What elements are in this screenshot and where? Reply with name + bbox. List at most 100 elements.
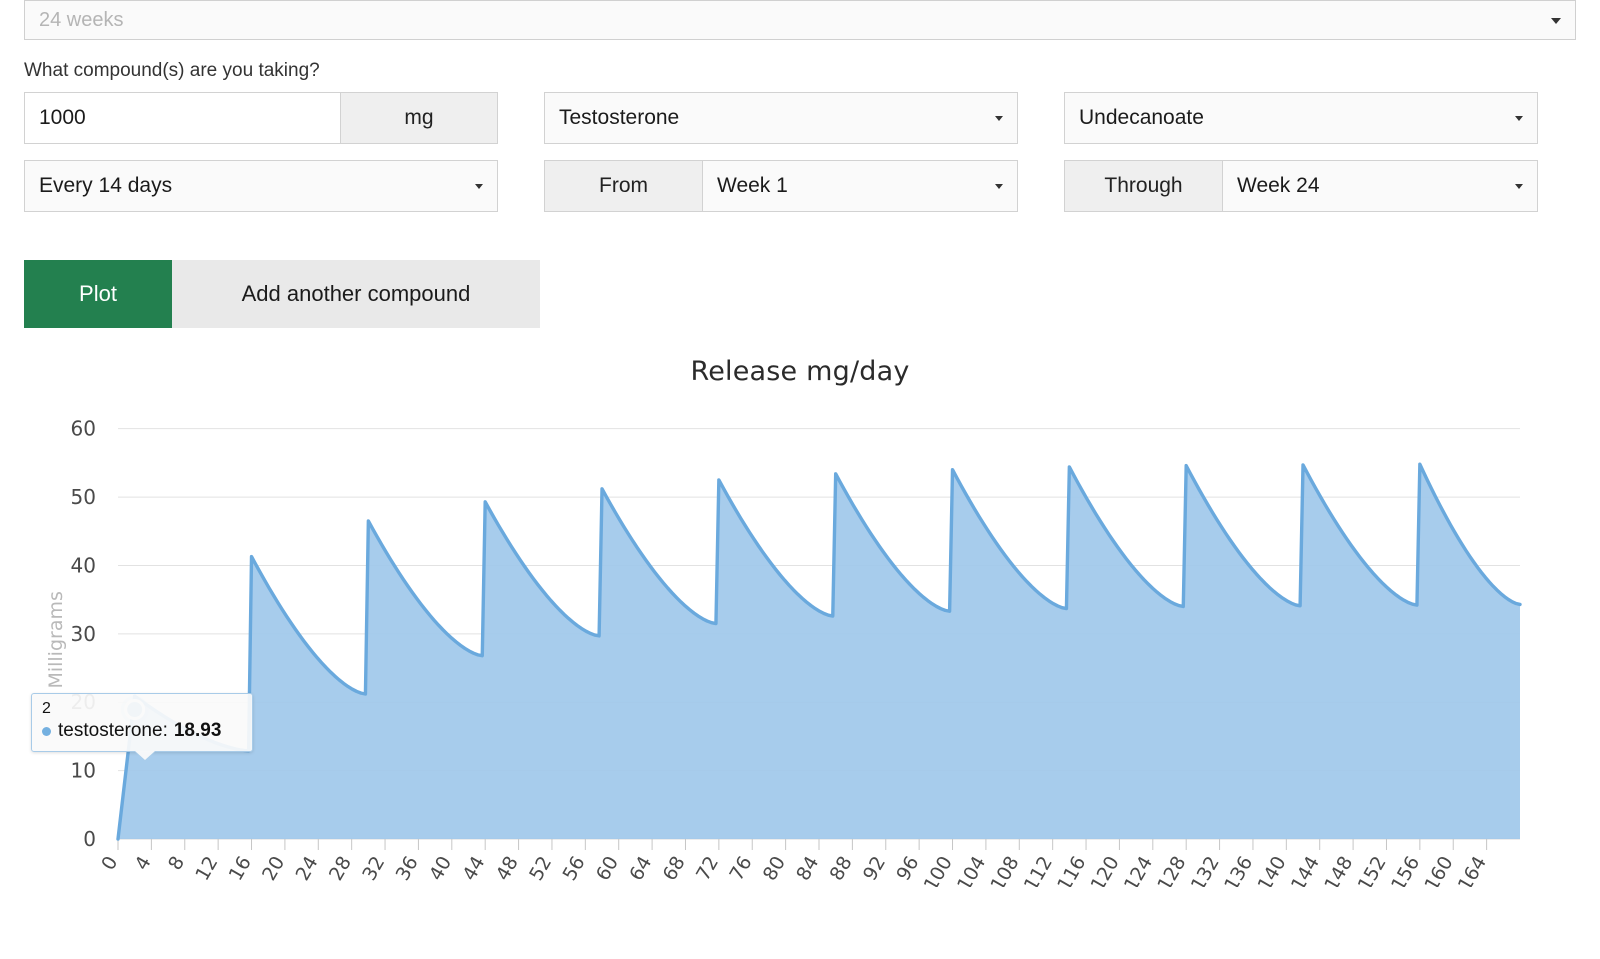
tooltip-series-name: testosterone:: [58, 720, 168, 742]
svg-text:44: 44: [458, 853, 489, 885]
svg-text:136: 136: [1220, 853, 1257, 888]
svg-text:152: 152: [1354, 853, 1391, 888]
from-input-group: From Week 1: [544, 160, 1018, 212]
svg-text:100: 100: [920, 853, 957, 888]
form-actions: Plot Add another compound: [24, 260, 1576, 328]
add-compound-button[interactable]: Add another compound: [172, 260, 540, 328]
chevron-down-icon: [1515, 184, 1523, 189]
from-week-select[interactable]: Week 1: [702, 160, 1018, 212]
svg-text:8: 8: [164, 853, 189, 874]
svg-text:52: 52: [525, 853, 556, 885]
tooltip-arrow-icon: [135, 751, 155, 761]
through-input-group: Through Week 24: [1064, 160, 1538, 212]
chevron-down-icon: [1515, 116, 1523, 121]
svg-text:0: 0: [97, 853, 122, 874]
ester-select[interactable]: Undecanoate: [1064, 92, 1538, 144]
through-week-value: Week 24: [1237, 174, 1320, 197]
tooltip-series-value: 18.93: [173, 720, 222, 742]
dose-input[interactable]: 1000: [24, 92, 340, 144]
release-chart: Release mg/day 0102030405060Milligrams04…: [0, 356, 1600, 896]
svg-text:148: 148: [1320, 853, 1357, 888]
plot-button[interactable]: Plot: [24, 260, 172, 328]
from-label-text: From: [599, 174, 648, 197]
svg-text:36: 36: [392, 853, 423, 885]
cycle-duration-value: 24 weeks: [39, 8, 124, 31]
svg-text:48: 48: [492, 853, 523, 885]
from-column: From Week 1: [544, 160, 1018, 212]
svg-text:16: 16: [225, 853, 256, 885]
dose-unit-addon: mg: [340, 92, 498, 144]
dose-unit-label: mg: [404, 106, 434, 129]
series-color-dot-icon: [42, 726, 51, 736]
svg-text:124: 124: [1120, 853, 1157, 888]
tooltip-series-row: testosterone: 18.93: [42, 720, 242, 742]
svg-text:112: 112: [1020, 853, 1057, 888]
svg-text:32: 32: [358, 853, 389, 885]
svg-text:50: 50: [71, 485, 96, 509]
svg-text:40: 40: [425, 853, 456, 885]
svg-text:60: 60: [71, 417, 96, 441]
svg-text:108: 108: [986, 853, 1023, 888]
svg-text:88: 88: [826, 853, 857, 885]
frequency-column: Every 14 days: [24, 160, 498, 212]
from-label: From: [544, 160, 702, 212]
plot-button-label: Plot: [79, 281, 117, 306]
svg-text:72: 72: [692, 853, 723, 885]
svg-text:140: 140: [1253, 853, 1290, 888]
svg-text:104: 104: [953, 853, 990, 888]
svg-text:12: 12: [191, 853, 222, 885]
svg-text:80: 80: [759, 853, 790, 885]
svg-text:60: 60: [592, 853, 623, 885]
svg-text:0: 0: [83, 827, 96, 851]
dose-input-group: 1000 mg: [24, 92, 498, 144]
svg-text:76: 76: [725, 853, 756, 885]
compound-row-1: 1000 mg Testosterone Undecanoate: [24, 92, 1576, 144]
through-label: Through: [1064, 160, 1222, 212]
compound-select[interactable]: Testosterone: [544, 92, 1018, 144]
chart-canvas[interactable]: 0102030405060Milligrams04812162024283236…: [0, 387, 1600, 887]
chart-tooltip: 2 testosterone: 18.93: [31, 693, 253, 761]
svg-text:120: 120: [1087, 853, 1124, 888]
compound-question-label: What compound(s) are you taking?: [24, 60, 320, 81]
dose-column: 1000 mg: [24, 92, 498, 144]
compound-column: Testosterone: [544, 92, 1018, 144]
svg-text:30: 30: [71, 622, 96, 646]
svg-text:Milligrams: Milligrams: [45, 591, 67, 688]
chevron-down-icon: [995, 184, 1003, 189]
svg-text:10: 10: [71, 759, 96, 783]
tooltip-x-value: 2: [42, 700, 51, 717]
pharmacokinetics-calculator-page: 24 weeks What compound(s) are you taking…: [0, 0, 1600, 959]
svg-text:40: 40: [71, 553, 96, 577]
compound-form: 24 weeks What compound(s) are you taking…: [0, 0, 1600, 328]
add-compound-button-label: Add another compound: [241, 281, 471, 306]
svg-text:160: 160: [1420, 853, 1457, 888]
svg-text:4: 4: [131, 853, 156, 874]
svg-text:132: 132: [1187, 853, 1224, 888]
from-week-value: Week 1: [717, 174, 788, 197]
through-week-select[interactable]: Week 24: [1222, 160, 1538, 212]
ester-column: Undecanoate: [1064, 92, 1538, 144]
svg-text:64: 64: [625, 853, 656, 885]
dose-value: 1000: [39, 106, 86, 129]
through-column: Through Week 24: [1064, 160, 1538, 212]
svg-text:24: 24: [291, 853, 322, 885]
ester-value: Undecanoate: [1079, 106, 1204, 129]
compound-value: Testosterone: [559, 106, 680, 129]
chevron-down-icon: [475, 184, 483, 189]
svg-text:96: 96: [892, 853, 923, 885]
cycle-duration-select[interactable]: 24 weeks: [24, 0, 1576, 40]
frequency-value: Every 14 days: [39, 174, 173, 197]
chevron-down-icon: [995, 116, 1003, 121]
svg-text:164: 164: [1454, 853, 1491, 888]
svg-text:128: 128: [1153, 853, 1190, 888]
compound-row-2: Every 14 days From Week 1 Through Week 2…: [24, 160, 1576, 212]
svg-text:156: 156: [1387, 853, 1424, 888]
chevron-down-icon: [1551, 18, 1561, 24]
svg-text:68: 68: [659, 853, 690, 885]
through-label-text: Through: [1104, 174, 1183, 197]
frequency-select[interactable]: Every 14 days: [24, 160, 498, 212]
svg-text:144: 144: [1287, 853, 1324, 888]
svg-text:92: 92: [859, 853, 890, 885]
svg-text:84: 84: [792, 853, 823, 885]
chart-title: Release mg/day: [690, 356, 910, 387]
